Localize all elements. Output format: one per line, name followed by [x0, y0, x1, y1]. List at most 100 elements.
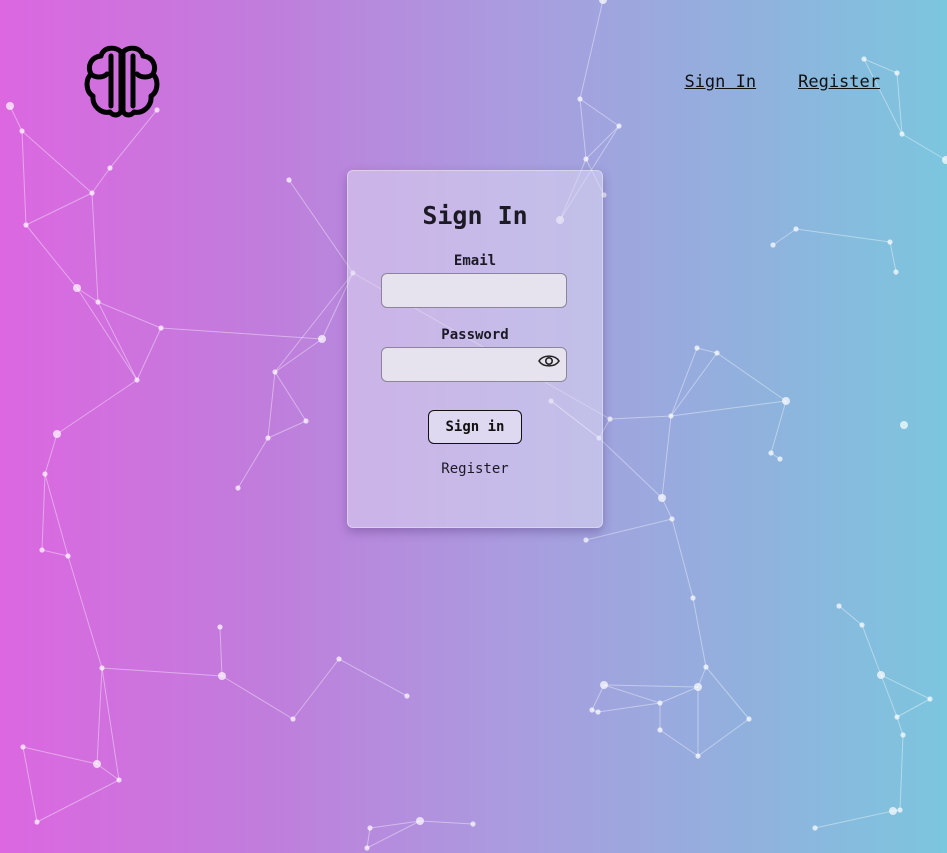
- network-line: [101, 667, 223, 677]
- network-node: [367, 825, 373, 831]
- network-line: [160, 327, 323, 340]
- network-line: [705, 666, 750, 720]
- network-node: [290, 716, 296, 722]
- network-line: [21, 130, 27, 226]
- network-line: [9, 105, 23, 132]
- network-node: [235, 485, 241, 491]
- form-title: Sign In: [422, 201, 528, 230]
- network-line: [896, 716, 904, 736]
- sign-in-card: Sign In Email Password Sign in Register: [347, 170, 603, 528]
- network-node: [272, 369, 278, 375]
- network-line: [366, 827, 371, 849]
- network-line: [21, 130, 93, 194]
- nav-register-link[interactable]: Register: [798, 72, 880, 92]
- network-line: [25, 192, 93, 226]
- network-node: [657, 700, 663, 706]
- network-node: [42, 471, 48, 477]
- email-label: Email: [453, 253, 497, 269]
- network-line: [896, 698, 931, 718]
- network-node: [600, 681, 608, 689]
- network-node: [39, 547, 45, 553]
- network-line: [670, 352, 718, 417]
- network-line: [661, 415, 672, 499]
- network-line: [861, 624, 882, 676]
- network-node: [669, 516, 675, 522]
- network-line: [288, 179, 354, 274]
- network-node: [695, 753, 701, 759]
- network-node: [894, 714, 900, 720]
- network-line: [36, 779, 120, 823]
- network-line: [579, 98, 620, 127]
- network-node: [812, 825, 818, 831]
- network-node: [95, 299, 101, 305]
- network-line: [96, 667, 103, 765]
- brain-icon: [84, 45, 160, 118]
- network-node: [364, 845, 370, 851]
- network-line: [97, 301, 162, 329]
- network-line: [889, 241, 897, 273]
- network-node: [657, 727, 663, 733]
- eye-icon[interactable]: [538, 353, 560, 369]
- network-node: [34, 819, 40, 825]
- network-line: [901, 133, 947, 161]
- network-line: [716, 352, 787, 402]
- network-line: [41, 473, 46, 551]
- network-node: [900, 732, 906, 738]
- network-node: [583, 156, 589, 162]
- network-node: [134, 377, 140, 383]
- network-node: [927, 696, 933, 702]
- network-node: [99, 665, 105, 671]
- network-node: [6, 102, 14, 110]
- network-node: [768, 450, 774, 456]
- network-node: [217, 624, 223, 630]
- network-line: [338, 658, 408, 697]
- email-field[interactable]: [381, 273, 567, 308]
- network-line: [101, 667, 120, 781]
- network-line: [899, 734, 904, 811]
- network-node: [893, 269, 899, 275]
- network-node: [286, 177, 292, 183]
- network-line: [25, 224, 78, 289]
- network-line: [579, 98, 587, 160]
- network-node: [616, 123, 622, 129]
- network-line: [221, 675, 294, 720]
- network-line: [56, 379, 138, 435]
- network-line: [267, 371, 276, 439]
- network-line: [67, 555, 103, 669]
- network-node: [19, 128, 25, 134]
- network-line: [863, 58, 898, 74]
- network-node: [303, 418, 309, 424]
- password-label: Password: [441, 327, 509, 343]
- network-line: [670, 347, 698, 417]
- network-node: [897, 807, 903, 813]
- network-node: [318, 335, 326, 343]
- network-line: [292, 658, 340, 720]
- network-line: [76, 287, 138, 381]
- network-line: [274, 272, 354, 373]
- network-line: [96, 763, 120, 781]
- network-line: [109, 109, 158, 169]
- network-node: [861, 56, 867, 62]
- nav-sign-in-link[interactable]: Sign In: [684, 72, 756, 92]
- network-line: [237, 437, 269, 489]
- network-node: [595, 709, 601, 715]
- network-line: [579, 0, 604, 100]
- network-node: [583, 537, 589, 543]
- network-line: [597, 702, 661, 713]
- network-line: [609, 415, 672, 420]
- network-line: [692, 597, 707, 668]
- network-node: [899, 131, 905, 137]
- network-line: [585, 125, 620, 160]
- network-node: [894, 70, 900, 76]
- network-node: [746, 716, 752, 722]
- network-line: [795, 228, 891, 243]
- network-node: [89, 190, 95, 196]
- sign-in-button[interactable]: Sign in: [428, 410, 522, 444]
- network-line: [22, 746, 98, 765]
- network-node: [577, 96, 583, 102]
- network-node: [793, 226, 799, 232]
- network-node: [770, 242, 776, 248]
- network-line: [22, 746, 38, 823]
- register-link[interactable]: Register: [348, 461, 602, 477]
- network-line: [603, 684, 699, 688]
